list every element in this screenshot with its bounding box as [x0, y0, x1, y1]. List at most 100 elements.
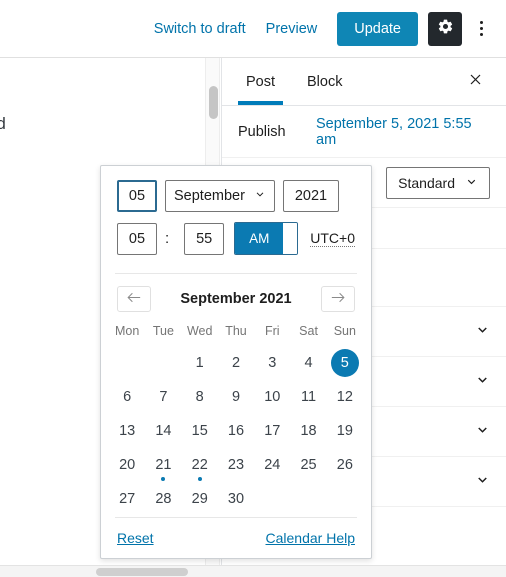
calendar-day-number[interactable]: 2 — [222, 349, 250, 377]
calendar-day-number[interactable]: 16 — [222, 417, 250, 445]
calendar-day-cell[interactable]: 19 — [327, 414, 363, 448]
calendar-day-number[interactable]: 22 — [186, 451, 214, 479]
calendar-day-number[interactable]: 7 — [149, 383, 177, 411]
calendar-day-cell[interactable]: 10 — [254, 380, 290, 414]
prev-month-button[interactable] — [117, 286, 151, 312]
calendar-day-number[interactable]: 30 — [222, 485, 250, 513]
calendar-day-number[interactable]: 13 — [113, 417, 141, 445]
calendar-day-number[interactable]: 28 — [149, 485, 177, 513]
calendar-day-number[interactable]: 14 — [149, 417, 177, 445]
calendar-day-number[interactable]: 9 — [222, 383, 250, 411]
top-toolbar: Switch to draft Preview Update — [0, 0, 506, 58]
calendar-day-cell[interactable]: 28 — [145, 482, 181, 516]
calendar-title: September 2021 — [180, 291, 292, 307]
publish-label: Publish — [238, 123, 286, 140]
calendar-day-selected[interactable]: 5 — [330, 349, 359, 377]
tab-block[interactable]: Block — [299, 59, 350, 104]
calendar-day-number[interactable]: 27 — [113, 485, 141, 513]
more-options-button[interactable] — [468, 12, 494, 46]
calendar-day-number[interactable]: 21 — [149, 451, 177, 479]
calendar-day-number[interactable]: 26 — [331, 451, 359, 479]
calendar-day-cell[interactable]: 18 — [290, 414, 326, 448]
calendar-day-header: Thu — [225, 324, 247, 338]
meridiem-toggle: AM PM — [234, 222, 299, 255]
calendar-grid[interactable]: Mon Tue Wed Thu Fri Sat Sun 1 2 3 4 5 6 7 8 9 10 11 12 13 14… — [101, 318, 371, 516]
calendar-day-number[interactable]: 23 — [222, 451, 250, 479]
day-input[interactable] — [117, 180, 157, 212]
calendar-day-cell[interactable]: 9 — [218, 380, 254, 414]
calendar-day-cell[interactable]: 4 — [290, 346, 326, 380]
chevron-down-icon — [475, 422, 490, 442]
calendar-day-number[interactable]: 4 — [295, 349, 323, 377]
calendar-day-number[interactable]: 17 — [258, 417, 286, 445]
calendar-day-number[interactable]: 3 — [258, 349, 286, 377]
calendar-day-number[interactable]: 6 — [113, 383, 141, 411]
calendar-day-number[interactable]: 20 — [113, 451, 141, 479]
pm-button[interactable]: PM — [283, 223, 298, 254]
calendar-help-link[interactable]: Calendar Help — [266, 530, 356, 546]
calendar-day-cell[interactable]: 24 — [254, 448, 290, 482]
hour-input[interactable] — [117, 222, 157, 255]
next-month-button[interactable] — [320, 286, 355, 312]
chevron-down-icon — [254, 188, 266, 204]
calendar-day-cell[interactable]: 23 — [218, 448, 254, 482]
post-format-value: Standard — [398, 174, 455, 191]
calendar-day-cell[interactable]: 21 — [145, 448, 181, 482]
calendar-day-cell[interactable]: 8 — [182, 380, 218, 414]
calendar-day-cell[interactable]: 17 — [254, 414, 290, 448]
event-dot-icon — [197, 477, 202, 481]
arrow-left-icon — [126, 291, 143, 308]
calendar-day-cell[interactable]: 11 — [290, 380, 326, 414]
calendar-day-number[interactable]: 18 — [295, 417, 323, 445]
calendar-day-number[interactable]: 1 — [186, 349, 214, 377]
calendar-day-number[interactable]: 12 — [331, 383, 359, 411]
calendar-day-cell[interactable]: 12 — [327, 380, 363, 414]
minute-input[interactable] — [184, 222, 225, 255]
calendar-day-cell[interactable]: 16 — [218, 414, 254, 448]
year-input[interactable] — [283, 180, 339, 212]
update-button[interactable]: Update — [337, 11, 418, 46]
tab-post[interactable]: Post — [238, 59, 284, 105]
calendar-day-number[interactable]: 29 — [186, 485, 214, 513]
month-select[interactable]: September — [165, 180, 275, 212]
preview-button[interactable]: Preview — [256, 15, 328, 43]
arrow-right-icon — [329, 291, 346, 308]
calendar-day-cell[interactable]: 27 — [109, 482, 145, 516]
timezone-label[interactable]: UTC+0 — [310, 230, 355, 247]
calendar-day-cell[interactable]: 6 — [109, 380, 145, 414]
publish-date-button[interactable]: September 5, 2021 5:55 am — [316, 116, 490, 148]
scrollbar-thumb[interactable] — [209, 86, 218, 119]
calendar-day-cell[interactable]: 15 — [182, 414, 218, 448]
am-button[interactable]: AM — [235, 223, 284, 254]
settings-button[interactable] — [428, 11, 462, 46]
calendar-day-cell[interactable]: 20 — [109, 448, 145, 482]
close-sidebar-button[interactable] — [460, 67, 490, 97]
calendar-day-cell[interactable]: 22 — [182, 448, 218, 482]
calendar-day-number[interactable]: 15 — [186, 417, 214, 445]
calendar-day-number[interactable]: 11 — [295, 383, 323, 411]
page-horizontal-scrollbar[interactable] — [0, 565, 506, 577]
calendar-day-cell[interactable]: 2 — [218, 346, 254, 380]
calendar-day-number[interactable]: 25 — [295, 451, 323, 479]
calendar-day-cell[interactable]: 30 — [218, 482, 254, 516]
reset-link[interactable]: Reset — [117, 530, 154, 546]
calendar-day-cell[interactable]: 3 — [254, 346, 290, 380]
calendar-day-number[interactable]: 8 — [186, 383, 214, 411]
calendar-day-cell[interactable]: 13 — [109, 414, 145, 448]
publish-row: Publish September 5, 2021 5:55 am — [222, 106, 506, 158]
calendar-day-cell[interactable]: 7 — [145, 380, 181, 414]
calendar-day-cell[interactable]: 5 — [327, 346, 363, 380]
calendar-day-number[interactable]: 24 — [258, 451, 286, 479]
calendar-day-cell[interactable]: 26 — [327, 448, 363, 482]
calendar-day-cell[interactable]: 29 — [182, 482, 218, 516]
close-icon — [468, 71, 483, 92]
scrollbar-thumb[interactable] — [96, 568, 188, 576]
post-format-select[interactable]: Standard — [386, 166, 490, 199]
calendar-day-cell[interactable]: 25 — [290, 448, 326, 482]
switch-to-draft-button[interactable]: Switch to draft — [144, 15, 256, 43]
calendar-header: September 2021 — [101, 274, 371, 318]
calendar-day-cell[interactable]: 14 — [145, 414, 181, 448]
calendar-day-number[interactable]: 19 — [331, 417, 359, 445]
calendar-day-cell[interactable]: 1 — [182, 346, 218, 380]
calendar-day-number[interactable]: 10 — [258, 383, 286, 411]
